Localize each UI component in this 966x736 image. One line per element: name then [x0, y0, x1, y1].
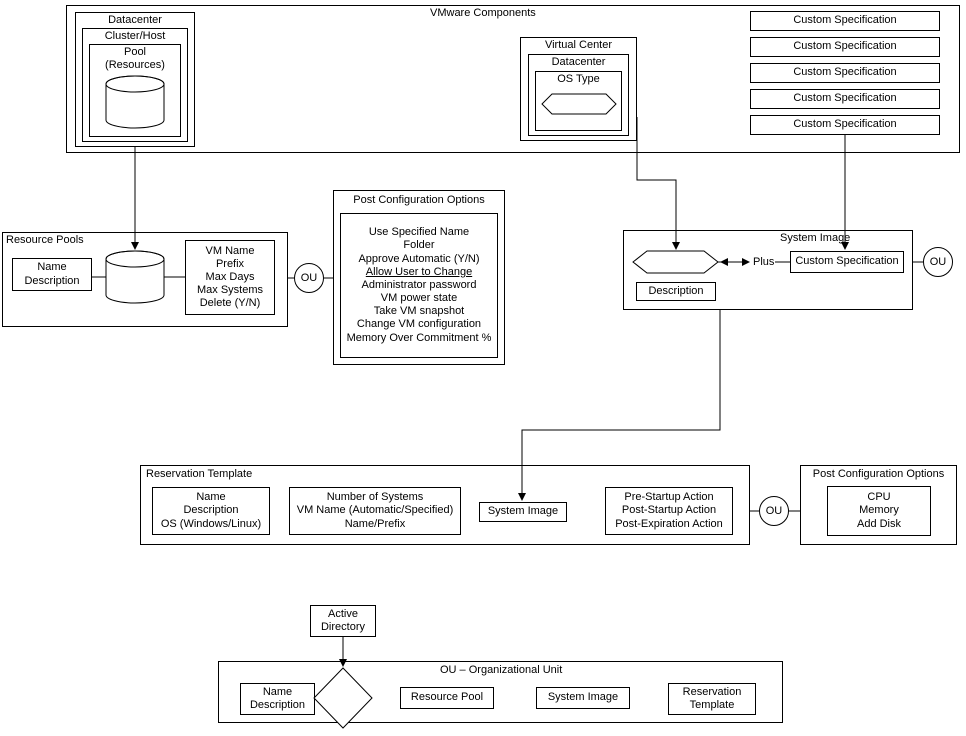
vm-datastore-label: Datastore	[110, 108, 158, 121]
vc-template-label: Template	[556, 97, 601, 110]
cs-2: Custom Specification	[750, 37, 940, 57]
ouunit-b4: ReservationTemplate	[668, 683, 756, 715]
vm-pool-l2: (Resources)	[90, 59, 180, 72]
ouunit-b2: Resource Pool	[400, 687, 494, 709]
si-plus-label: Plus	[753, 256, 774, 269]
vc-os-label: OS Type	[536, 73, 621, 86]
ad-box: ActiveDirectory	[310, 605, 376, 637]
ouunit-b1: NameDescription	[240, 683, 315, 715]
rp-name-desc: NameDescription	[12, 258, 92, 291]
vc-datacenter-label: Datacenter	[529, 56, 628, 69]
vm-datacenter-label: Datacenter	[76, 14, 194, 27]
vm-pool-l1: Pool	[90, 46, 180, 59]
rt-b3: System Image	[479, 502, 567, 522]
vc-title: Virtual Center	[521, 39, 636, 52]
ouunit-users-label: Users	[330, 692, 359, 705]
rt-title: Reservation Template	[146, 468, 252, 481]
pco2-inner: CPUMemoryAdd Disk	[827, 486, 931, 536]
rp-datastore-label: Datastore	[110, 283, 158, 296]
rp-vm-box: VM NamePrefixMax DaysMax SystemsDelete (…	[185, 240, 275, 315]
ou-circle-rp: OU	[294, 263, 324, 293]
pco2-title: Post Configuration Options	[805, 468, 952, 481]
resource-pools-title: Resource Pools	[6, 234, 84, 247]
si-template-label: Template	[653, 255, 698, 268]
ouunit-b3: System Image	[536, 687, 630, 709]
si-cs: Custom Specification	[790, 251, 904, 273]
rt-b2: Number of SystemsVM Name (Automatic/Spec…	[289, 487, 461, 535]
vm-cluster-label: Cluster/Host	[83, 30, 187, 43]
ouunit-title: OU – Organizational Unit	[440, 664, 562, 677]
pco1-title: Post Configuration Options	[340, 194, 498, 207]
rt-b4: Pre-Startup ActionPost-Startup ActionPos…	[605, 487, 733, 535]
ou-circle-si: OU	[923, 247, 953, 277]
pco1-inner: Use Specified Name Folder Approve Automa…	[340, 213, 498, 358]
cs-5: Custom Specification	[750, 115, 940, 135]
cs-4: Custom Specification	[750, 89, 940, 109]
vm-pool: Pool (Resources)	[89, 44, 181, 137]
cs-1: Custom Specification	[750, 11, 940, 31]
cs-3: Custom Specification	[750, 63, 940, 83]
si-desc: Description	[636, 282, 716, 301]
vmware-components-title: VMware Components	[430, 7, 536, 20]
system-image-title: System Image	[780, 232, 850, 245]
ou-circle-rt: OU	[759, 496, 789, 526]
rt-b1: NameDescriptionOS (Windows/Linux)	[152, 487, 270, 535]
